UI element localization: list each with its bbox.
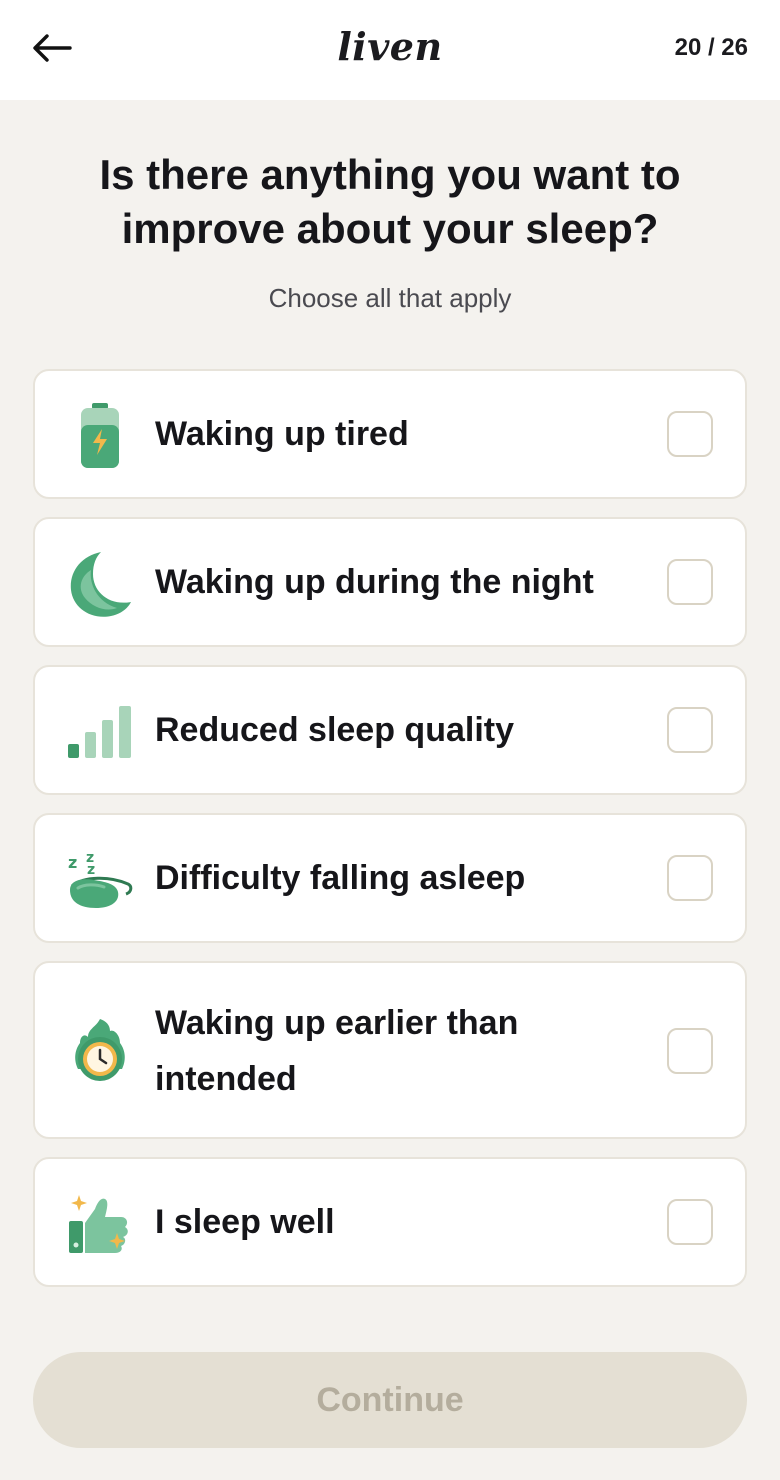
header: liven 20 / 26 bbox=[0, 0, 780, 100]
option-reduced-sleep-quality[interactable]: Reduced sleep quality bbox=[33, 665, 747, 795]
option-label: I sleep well bbox=[155, 1203, 335, 1241]
svg-text:z: z bbox=[68, 853, 77, 872]
svg-text:z: z bbox=[87, 862, 95, 878]
option-waking-up-tired[interactable]: Waking up tired bbox=[33, 369, 747, 499]
option-checkbox[interactable] bbox=[667, 411, 713, 457]
option-label: Waking up earlier than intended bbox=[155, 1004, 519, 1098]
option-checkbox[interactable] bbox=[667, 559, 713, 605]
option-i-sleep-well[interactable]: I sleep well bbox=[33, 1157, 747, 1287]
option-difficulty-falling-asleep[interactable]: z z z Difficulty falling asleep bbox=[33, 813, 747, 943]
moon-icon bbox=[65, 549, 135, 619]
sleep-mask-icon: z z z bbox=[65, 843, 135, 913]
option-checkbox[interactable] bbox=[667, 1028, 713, 1074]
option-checkbox[interactable] bbox=[667, 855, 713, 901]
battery-icon bbox=[65, 401, 135, 471]
option-waking-up-during-night[interactable]: Waking up during the night bbox=[33, 517, 747, 647]
option-label: Waking up during the night bbox=[155, 563, 594, 601]
continue-button[interactable]: Continue bbox=[33, 1352, 747, 1448]
option-checkbox[interactable] bbox=[667, 1199, 713, 1245]
option-label: Reduced sleep quality bbox=[155, 711, 514, 749]
option-label: Waking up tired bbox=[155, 415, 409, 453]
burning-clock-icon bbox=[65, 1015, 135, 1085]
option-checkbox[interactable] bbox=[667, 707, 713, 753]
question-subtitle: Choose all that apply bbox=[268, 283, 512, 313]
thumbs-up-icon bbox=[65, 1189, 135, 1259]
option-label: Difficulty falling asleep bbox=[155, 859, 526, 897]
signal-bars-icon bbox=[65, 697, 135, 767]
option-waking-up-earlier[interactable]: Waking up earlier than intended bbox=[33, 961, 747, 1139]
question-title: Is there anything you want to improve ab… bbox=[99, 151, 681, 252]
step-counter: 20 / 26 bbox=[674, 34, 748, 61]
app-logo: liven bbox=[337, 24, 443, 69]
